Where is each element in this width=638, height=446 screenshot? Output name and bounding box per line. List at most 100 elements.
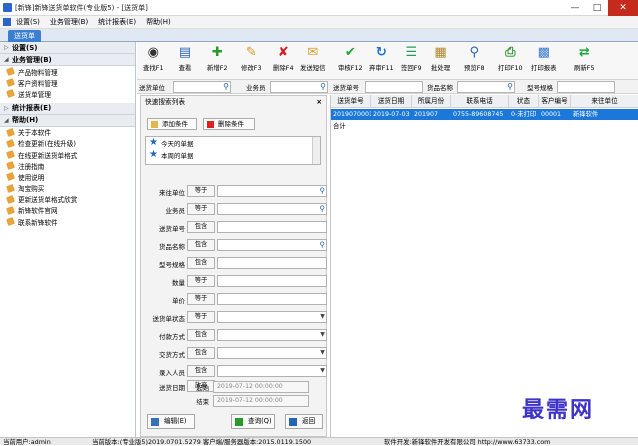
sidebar-item-delivery-notes[interactable]: 送货单管理 bbox=[0, 88, 135, 99]
batch-button[interactable]: ▦ 批处理 bbox=[431, 45, 450, 79]
operator-select[interactable]: 包含 bbox=[187, 221, 215, 233]
sidebar-section-settings[interactable]: ▷ 设置(S) bbox=[0, 42, 135, 54]
menu-settings[interactable]: 设置(S) bbox=[16, 17, 40, 27]
minimize-icon[interactable]: — bbox=[564, 0, 586, 16]
column-header[interactable]: 状态 bbox=[509, 95, 539, 108]
chevron-down-icon[interactable]: ▼ bbox=[319, 366, 326, 376]
sidebar-item-manual[interactable]: 使用说明 bbox=[0, 171, 135, 182]
list-item[interactable]: ★ 本周的单据 bbox=[146, 149, 320, 161]
operator-select[interactable]: 包含 bbox=[187, 257, 215, 269]
sidebar-item-about[interactable]: 关于本软件 bbox=[0, 127, 135, 138]
search-icon[interactable]: ⚲ bbox=[320, 240, 326, 250]
criteria-value-input[interactable] bbox=[217, 257, 327, 269]
customer-input[interactable]: ⚲ bbox=[173, 81, 231, 93]
sign-back-button[interactable]: ☰ 签回F9 bbox=[401, 45, 422, 79]
column-header[interactable]: 联系电话 bbox=[451, 95, 509, 108]
sidebar-item-check-update[interactable]: 检查更新(在线升级) bbox=[0, 138, 135, 149]
add-condition-button[interactable]: 添加条件 bbox=[147, 118, 197, 130]
find-button[interactable]: ◉ 查找F1 bbox=[143, 45, 164, 79]
send-sms-button[interactable]: ✉ 发送短信 bbox=[300, 45, 326, 79]
edit-condition-button[interactable]: 编辑(E) bbox=[147, 414, 195, 429]
search-icon[interactable]: ⚲ bbox=[320, 82, 326, 91]
sidebar-section-business[interactable]: ◢ 业务管理(B) bbox=[0, 54, 135, 66]
sidebar-item-taobao[interactable]: 淘宝购买 bbox=[0, 183, 135, 194]
search-icon[interactable]: ⚲ bbox=[320, 186, 326, 196]
search-icon[interactable]: ⚲ bbox=[223, 82, 229, 91]
criteria-value-input[interactable]: ⚲ bbox=[217, 185, 327, 197]
sidebar-item-customers[interactable]: 客户资料管理 bbox=[0, 77, 135, 88]
search-icon[interactable]: ⚲ bbox=[320, 204, 326, 214]
table-cell: 0-未打印 bbox=[511, 111, 537, 118]
model-input[interactable] bbox=[557, 81, 615, 93]
pencil-icon bbox=[6, 138, 15, 148]
sidebar-item-update-format[interactable]: 在线更新送货单格式 bbox=[0, 149, 135, 160]
list-item[interactable]: ★ 今天的单据 bbox=[146, 137, 320, 149]
date-to-input[interactable]: 2019-07-12 00:00:00 bbox=[213, 395, 309, 407]
chevron-down-icon[interactable]: ▼ bbox=[319, 348, 326, 358]
saved-search-list: ★ 今天的单据 ★ 本周的单据 bbox=[145, 136, 321, 165]
sidebar-item-products[interactable]: 产品物料管理 bbox=[0, 66, 135, 77]
pencil-icon bbox=[6, 172, 15, 182]
column-header[interactable]: 送货单号 bbox=[331, 95, 371, 108]
refresh-button[interactable]: ⇄ 刷新F5 bbox=[574, 45, 595, 79]
criteria-value-select[interactable]: ▼ bbox=[217, 347, 327, 359]
query-button[interactable]: 查询(Q) bbox=[231, 414, 275, 429]
operator-select[interactable]: 包含 bbox=[187, 347, 215, 359]
pencil-icon bbox=[6, 89, 15, 99]
operator-select[interactable]: 等于 bbox=[187, 275, 215, 287]
close-icon[interactable]: ✕ bbox=[608, 0, 638, 16]
approve-button[interactable]: ✔ 审核F12 bbox=[338, 45, 363, 79]
tab-delivery-note[interactable]: 送货单 bbox=[8, 30, 41, 42]
add-button[interactable]: ✚ 新增F2 bbox=[207, 45, 228, 79]
menu-business[interactable]: 业务管理(B) bbox=[50, 17, 88, 27]
print-report-button[interactable]: ▩ 打印报表 bbox=[531, 45, 557, 79]
sidebar-section-help[interactable]: ◢ 帮助(H) bbox=[0, 114, 135, 127]
edit-button[interactable]: ✎ 修改F3 bbox=[241, 45, 262, 79]
delete-condition-button[interactable]: 删除条件 bbox=[203, 118, 255, 130]
sidebar-section-reports[interactable]: ▷ 统计报表(E) bbox=[0, 102, 135, 115]
column-header[interactable]: 客户编号 bbox=[539, 95, 571, 108]
criteria-value-input[interactable] bbox=[217, 275, 327, 287]
criteria-value-select[interactable]: ▼ bbox=[217, 329, 327, 341]
criteria-value-input[interactable] bbox=[217, 293, 327, 305]
column-header[interactable]: 送货日期 bbox=[371, 95, 412, 108]
column-header[interactable]: 所属月份 bbox=[412, 95, 451, 108]
back-button[interactable]: 返回 bbox=[285, 414, 323, 429]
criteria-value-input[interactable]: ⚲ bbox=[217, 239, 327, 251]
preview-button[interactable]: ⚲ 预览F8 bbox=[464, 45, 485, 79]
criteria-value-select[interactable]: ▼ bbox=[217, 365, 327, 377]
operator-select[interactable]: 包含 bbox=[187, 329, 215, 341]
unapprove-button[interactable]: ↻ 弃审F11 bbox=[369, 45, 394, 79]
criteria-value-input[interactable]: ⚲ bbox=[217, 203, 327, 215]
add-icon bbox=[151, 121, 158, 128]
criteria-value-select[interactable]: ▼ bbox=[217, 311, 327, 323]
maximize-icon[interactable]: □ bbox=[586, 0, 608, 16]
sidebar-item-contact[interactable]: 联系新锋软件 bbox=[0, 216, 135, 227]
scrollbar[interactable] bbox=[312, 137, 320, 164]
sidebar-item-register-guide[interactable]: 注册指南 bbox=[0, 160, 135, 171]
menu-reports[interactable]: 统计报表(E) bbox=[98, 17, 136, 27]
operator-select[interactable]: 包含 bbox=[187, 365, 215, 377]
print-button[interactable]: ⎙ 打印F10 bbox=[498, 45, 523, 79]
date-from-input[interactable]: 2019-07-12 00:00:00 bbox=[213, 381, 309, 393]
sidebar-item-website[interactable]: 新锋软件官网 bbox=[0, 205, 135, 216]
search-icon[interactable]: ⚲ bbox=[507, 82, 513, 91]
view-button[interactable]: ▤ 查看 bbox=[177, 45, 193, 79]
operator-select[interactable]: 等于 bbox=[187, 293, 215, 305]
product-input[interactable]: ⚲ bbox=[457, 81, 515, 93]
criteria-row: 型号规格 包含 bbox=[145, 256, 327, 270]
order-no-input[interactable] bbox=[365, 81, 423, 93]
sidebar-item-format-gallery[interactable]: 更新送货单格式欣赏 bbox=[0, 194, 135, 205]
operator-select[interactable]: 包含 bbox=[187, 239, 215, 251]
operator-select[interactable]: 等于 bbox=[187, 185, 215, 197]
chevron-down-icon[interactable]: ▼ bbox=[319, 330, 326, 340]
operator-select[interactable]: 等于 bbox=[187, 203, 215, 215]
menu-help[interactable]: 帮助(H) bbox=[146, 17, 171, 27]
chevron-down-icon[interactable]: ▼ bbox=[319, 312, 326, 322]
close-icon[interactable]: × bbox=[316, 96, 322, 108]
salesman-input[interactable]: ⚲ bbox=[270, 81, 328, 93]
operator-select[interactable]: 等于 bbox=[187, 311, 215, 323]
criteria-value-input[interactable] bbox=[217, 221, 327, 233]
delete-button[interactable]: ✘ 删除F4 bbox=[273, 45, 294, 79]
column-header[interactable]: 来往单位 bbox=[571, 95, 638, 108]
